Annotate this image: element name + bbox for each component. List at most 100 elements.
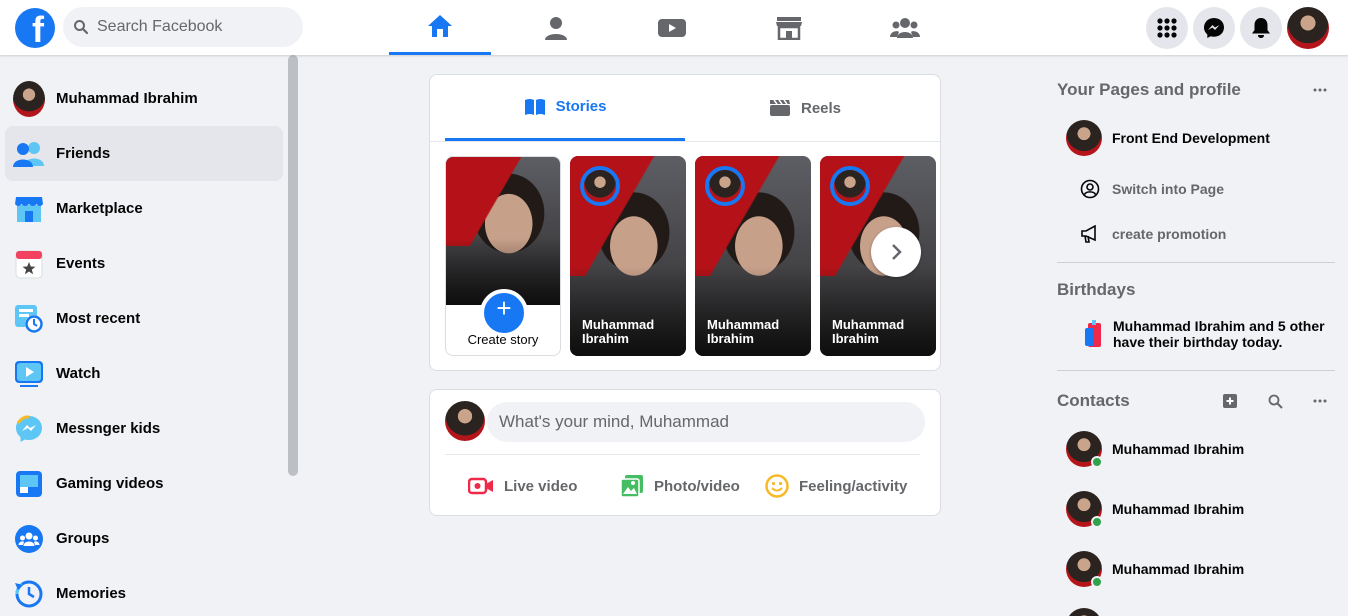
story-card[interactable]: Muhammad Ibrahim xyxy=(695,156,811,356)
events-icon xyxy=(15,250,43,278)
groups-icon xyxy=(15,524,43,553)
create-story-card[interactable]: + Create story xyxy=(445,156,561,356)
right-divider xyxy=(1057,370,1335,371)
profile-avatar xyxy=(13,80,45,117)
contact-row[interactable]: Muhammad Ibrahim xyxy=(1066,491,1244,528)
pages-more-button[interactable] xyxy=(1308,78,1332,102)
create-story-label: Create story xyxy=(467,332,539,347)
menu-grid-icon xyxy=(1157,18,1177,38)
messenger-icon xyxy=(1204,18,1224,38)
live-video-button[interactable]: Live video xyxy=(468,470,577,502)
sidebar-scrollbar[interactable] xyxy=(288,55,298,476)
notifications-button[interactable] xyxy=(1240,7,1282,49)
sidebar-item-profile[interactable]: Muhammad Ibrahim xyxy=(5,71,283,126)
tab-watch[interactable] xyxy=(621,0,723,55)
tab-marketplace[interactable] xyxy=(738,0,840,55)
logo-letter: f xyxy=(32,9,44,48)
tab-groups[interactable] xyxy=(854,0,956,55)
contact-row[interactable]: Muhammad Ibrahim xyxy=(1066,551,1245,588)
bell-icon xyxy=(1252,18,1270,38)
pages-title: Your Pages and profile xyxy=(1057,80,1241,99)
right-divider xyxy=(1057,262,1335,263)
messenger-button[interactable] xyxy=(1193,7,1235,49)
facebook-logo[interactable]: f xyxy=(15,8,55,48)
top-bar: f xyxy=(0,0,1348,55)
sidebar-item-groups[interactable]: Groups xyxy=(5,511,283,566)
story-avatar xyxy=(584,170,616,202)
story-author-name: Muhammad Ibrahim xyxy=(832,317,905,346)
sidebar-item-gaming-videos[interactable]: Gaming videos xyxy=(5,456,283,511)
sidebar-item-label: Most recent xyxy=(56,310,141,327)
contacts-search-button[interactable] xyxy=(1263,389,1287,413)
story-avatar-ring xyxy=(705,166,745,206)
sidebar-item-marketplace[interactable]: Marketplace xyxy=(5,181,283,236)
stories-next-button[interactable] xyxy=(871,227,921,277)
sidebar-item-label: Gaming videos xyxy=(56,475,164,492)
story-card[interactable]: Muhammad Ibrahim xyxy=(570,156,686,356)
sidebar-item-events[interactable]: Events xyxy=(5,236,283,291)
new-room-button[interactable] xyxy=(1218,389,1242,413)
contact-avatar xyxy=(1066,431,1103,468)
composer-avatar[interactable] xyxy=(445,401,485,441)
person-icon xyxy=(545,16,567,40)
sidebar-item-label: Groups xyxy=(56,530,110,547)
chevron-right-icon xyxy=(892,244,902,260)
sidebar-item-friends[interactable]: Friends xyxy=(5,126,283,181)
page-row[interactable]: Front End Development xyxy=(1066,120,1270,156)
switch-page-button[interactable]: Switch into Page xyxy=(1080,179,1224,199)
story-avatar xyxy=(709,170,741,202)
contact-avatar xyxy=(1066,551,1103,588)
tab-stories[interactable]: Stories xyxy=(445,75,685,141)
story-avatar xyxy=(834,170,866,202)
create-promotion-button[interactable]: create promotion xyxy=(1080,225,1226,243)
photo-video-button[interactable]: Photo/video xyxy=(620,470,740,502)
tab-profile[interactable] xyxy=(505,0,607,55)
contact-row[interactable]: Muhammad Ibrahim xyxy=(1066,431,1245,468)
friends-icon xyxy=(13,141,44,167)
home-icon xyxy=(428,15,452,37)
sidebar-item-label: Marketplace xyxy=(56,200,143,217)
contact-name: Muhammad Ibrahim xyxy=(1112,561,1245,577)
search-box[interactable] xyxy=(63,7,303,47)
page-avatar xyxy=(1066,120,1102,156)
sidebar-item-label: Watch xyxy=(56,365,101,382)
marketplace-icon xyxy=(15,196,43,222)
live-video-icon xyxy=(468,477,493,495)
stories-divider xyxy=(430,141,940,142)
search-input[interactable] xyxy=(97,18,287,36)
post-input[interactable] xyxy=(487,402,925,442)
search-icon xyxy=(74,20,89,35)
sidebar-item-label: Events xyxy=(56,255,106,272)
sidebar-item-watch[interactable]: Watch xyxy=(5,346,283,401)
tab-reels-label: Reels xyxy=(800,99,842,117)
sidebar-item-label: Friends xyxy=(56,145,111,162)
account-avatar[interactable] xyxy=(1287,7,1329,49)
tab-home[interactable] xyxy=(389,0,491,55)
contacts-more-button[interactable] xyxy=(1308,389,1332,413)
more-horizontal-icon xyxy=(1313,399,1327,403)
add-story-button[interactable]: + xyxy=(480,289,528,337)
story-avatar-ring xyxy=(830,166,870,206)
switch-profile-icon xyxy=(1080,179,1100,199)
birthday-row[interactable]: Muhammad Ibrahim and 5 other have their … xyxy=(1084,318,1338,350)
menu-button[interactable] xyxy=(1146,7,1188,49)
sidebar-item-label: Muhammad Ibrahim xyxy=(56,90,198,107)
sidebar-item-label: Memories xyxy=(56,585,127,602)
tab-reels[interactable]: Reels xyxy=(685,75,925,141)
more-horizontal-icon xyxy=(1313,88,1327,92)
watch-icon xyxy=(15,360,43,387)
sidebar-item-messenger-kids[interactable]: Messnger kids xyxy=(5,401,283,456)
contact-avatar-partial[interactable] xyxy=(1066,608,1102,616)
gaming-icon xyxy=(16,470,42,497)
feeling-activity-button[interactable]: Feeling/activity xyxy=(765,470,907,502)
online-status-dot xyxy=(1091,516,1103,528)
page-name: Front End Development xyxy=(1112,130,1270,146)
smiley-icon xyxy=(765,474,789,498)
left-sidebar: Muhammad Ibrahim Friends Marketplace Eve… xyxy=(0,55,300,616)
sidebar-item-label: Messnger kids xyxy=(56,420,161,437)
sidebar-item-most-recent[interactable]: Most recent xyxy=(5,291,283,346)
story-avatar-ring xyxy=(580,166,620,206)
contact-name: Muhammad Ibrahim xyxy=(1112,441,1245,457)
sidebar-item-memories[interactable]: Memories xyxy=(5,566,283,616)
store-icon xyxy=(776,16,802,40)
